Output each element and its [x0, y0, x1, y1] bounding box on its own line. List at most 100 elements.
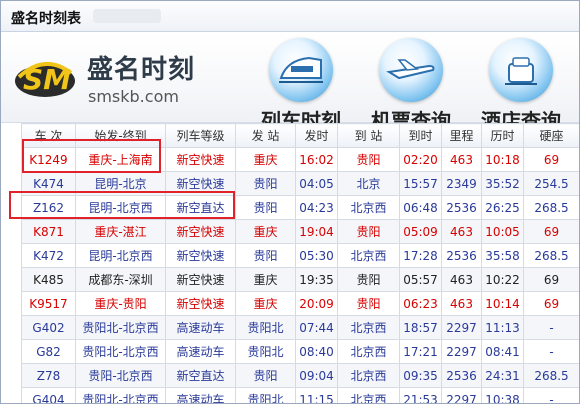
cell-duration: 35:58: [481, 243, 524, 268]
table-row[interactable]: Z78 贵阳-北京西 新空直达 贵阳 09:04 北京西 09:35 2536 24:31 268…: [21, 363, 579, 388]
cell-class: 新空快速: [165, 267, 236, 292]
cell-train-no[interactable]: Z162: [21, 195, 76, 220]
table-row[interactable]: K474 昆明-北京 新空快速 贵阳 04:05 北京 15:57 2349 35:52 254.…: [21, 171, 579, 196]
cell-hard-seat: -: [523, 387, 579, 403]
table-row[interactable]: K9517 重庆-贵阳 新空快速 重庆 20:09 贵阳 06:23 463 10:14 69: [21, 291, 579, 316]
cell-hard-seat: 69: [523, 267, 579, 292]
train-icon: [269, 38, 333, 102]
table-row[interactable]: G404 贵阳北-北京西 高速动车 贵阳北 11:15 北京西 21:53 2297 10:38…: [21, 387, 579, 403]
cell-class: 高速动车: [165, 387, 236, 403]
cell-arrive-time: 17:21: [399, 339, 442, 364]
cell-depart-time: 05:30: [295, 243, 338, 268]
cell-depart-station: 贵阳: [235, 243, 296, 268]
cell-route: 重庆-上海南: [75, 147, 166, 172]
col-header-depart-time[interactable]: 发时: [295, 123, 338, 148]
cell-depart-time: 08:40: [295, 339, 338, 364]
cell-train-no[interactable]: K472: [21, 243, 76, 268]
cell-arrive-time: 06:23: [399, 291, 442, 316]
site-domain: smskb.com: [88, 87, 179, 106]
cell-train-no[interactable]: G404: [21, 387, 76, 403]
cell-route: 贵阳北-北京西: [75, 387, 166, 403]
cell-depart-time: 16:02: [295, 147, 338, 172]
table-row[interactable]: K472 昆明-北京西 新空快速 贵阳 05:30 北京西 17:28 2536 35:58 26…: [21, 243, 579, 268]
cell-arrive-station: 北京西: [337, 195, 400, 220]
blurred-title-extra: [93, 9, 161, 23]
cell-train-no[interactable]: K1249: [21, 147, 76, 172]
cell-depart-station: 贵阳北: [235, 339, 296, 364]
cell-route: 昆明-北京: [75, 171, 166, 196]
cell-depart-station: 重庆: [235, 147, 296, 172]
cell-hard-seat: 268.5: [523, 195, 579, 220]
cell-arrive-time: 05:57: [399, 267, 442, 292]
table-row[interactable]: K1249 重庆-上海南 新空快速 重庆 16:02 贵阳 02:20 463 10:18 69: [21, 147, 579, 172]
cell-distance: 2297: [441, 339, 482, 364]
cell-duration: 11:13: [481, 315, 524, 340]
table-row[interactable]: G82 贵阳北-北京西 高速动车 贵阳北 08:40 北京西 17:21 2297 08:41-: [21, 339, 579, 364]
table-row[interactable]: G402 贵阳北-北京西 高速动车 贵阳北 07:44 北京西 18:57 2297 11:13…: [21, 315, 579, 340]
cell-train-no[interactable]: K474: [21, 171, 76, 196]
col-header-depart-station[interactable]: 发 站: [235, 123, 296, 148]
cell-depart-station: 贵阳: [235, 195, 296, 220]
nav-train-schedule[interactable]: 列车时刻: [251, 38, 351, 134]
cell-class: 新空快速: [165, 291, 236, 316]
cell-duration: 10:05: [481, 219, 524, 244]
table-row[interactable]: K485 成都东-深圳 新空快速 重庆 19:35 贵阳 05:57 463 10:22 69: [21, 267, 579, 292]
cell-distance: 2536: [441, 243, 482, 268]
cell-class: 新空直达: [165, 363, 236, 388]
cell-train-no[interactable]: G402: [21, 315, 76, 340]
col-header-arrive-time[interactable]: 到时: [399, 123, 442, 148]
table-row[interactable]: Z162 昆明-北京西 新空直达 贵阳 04:23 北京西 06:48 2536 26:25 26…: [21, 195, 579, 220]
timetable: 车 次 始发-终到 列车等级 发 站 发时 到 站 到时 里程 历时 硬座 K1…: [9, 123, 579, 403]
cell-distance: 2536: [441, 363, 482, 388]
cell-hard-seat: -: [523, 315, 579, 340]
cell-route: 贵阳-北京西: [75, 363, 166, 388]
cell-hard-seat: 268.5: [523, 363, 579, 388]
cell-depart-station: 重庆: [235, 267, 296, 292]
cell-depart-time: 07:44: [295, 315, 338, 340]
cell-distance: 463: [441, 291, 482, 316]
table-header-row: 车 次 始发-终到 列车等级 发 站 发时 到 站 到时 里程 历时 硬座: [21, 123, 579, 148]
cell-distance: 2297: [441, 315, 482, 340]
cell-arrive-station: 北京西: [337, 339, 400, 364]
col-header-route[interactable]: 始发-终到: [75, 123, 166, 148]
cell-class: 新空快速: [165, 219, 236, 244]
col-header-hard-seat[interactable]: 硬座: [523, 123, 579, 148]
col-header-duration[interactable]: 历时: [481, 123, 524, 148]
cell-arrive-station: 贵阳: [337, 291, 400, 316]
cell-hard-seat: 69: [523, 147, 579, 172]
cell-train-no[interactable]: K871: [21, 219, 76, 244]
timetable-grid: 车 次 始发-终到 列车等级 发 站 发时 到 站 到时 里程 历时 硬座 K1…: [21, 123, 579, 403]
cell-train-no[interactable]: K9517: [21, 291, 76, 316]
cell-arrive-time: 05:09: [399, 219, 442, 244]
cell-distance: 2536: [441, 195, 482, 220]
title-bar: 盛名时刻表: [1, 1, 579, 32]
col-header-train-no[interactable]: 车 次: [21, 123, 76, 148]
cell-distance: 463: [441, 219, 482, 244]
cell-arrive-time: 09:35: [399, 363, 442, 388]
col-header-distance[interactable]: 里程: [441, 123, 482, 148]
col-header-arrive-station[interactable]: 到 站: [337, 123, 400, 148]
cell-hard-seat: 69: [523, 291, 579, 316]
cell-arrive-station: 贵阳: [337, 219, 400, 244]
cell-train-no[interactable]: G82: [21, 339, 76, 364]
cell-route: 成都东-深圳: [75, 267, 166, 292]
hotel-icon: [489, 38, 553, 102]
cell-train-no[interactable]: K485: [21, 267, 76, 292]
cell-route: 贵阳北-北京西: [75, 339, 166, 364]
nav-hotel-search[interactable]: 酒店查询: [471, 38, 571, 134]
cell-class: 高速动车: [165, 339, 236, 364]
cell-duration: 10:38: [481, 387, 524, 403]
cell-duration: 08:41: [481, 339, 524, 364]
cell-class: 高速动车: [165, 315, 236, 340]
cell-duration: 24:31: [481, 363, 524, 388]
nav-flight-search[interactable]: 机票查询: [361, 38, 461, 134]
cell-train-no[interactable]: Z78: [21, 363, 76, 388]
cell-arrive-time: 18:57: [399, 315, 442, 340]
cell-hard-seat: 254.5: [523, 171, 579, 196]
col-header-class[interactable]: 列车等级: [165, 123, 236, 148]
cell-arrive-station: 北京西: [337, 387, 400, 403]
table-row[interactable]: K871 重庆-湛江 新空快速 重庆 19:04 贵阳 05:09 463 10:05 69: [21, 219, 579, 244]
cell-route: 重庆-湛江: [75, 219, 166, 244]
cell-arrive-time: 02:20: [399, 147, 442, 172]
cell-route: 重庆-贵阳: [75, 291, 166, 316]
